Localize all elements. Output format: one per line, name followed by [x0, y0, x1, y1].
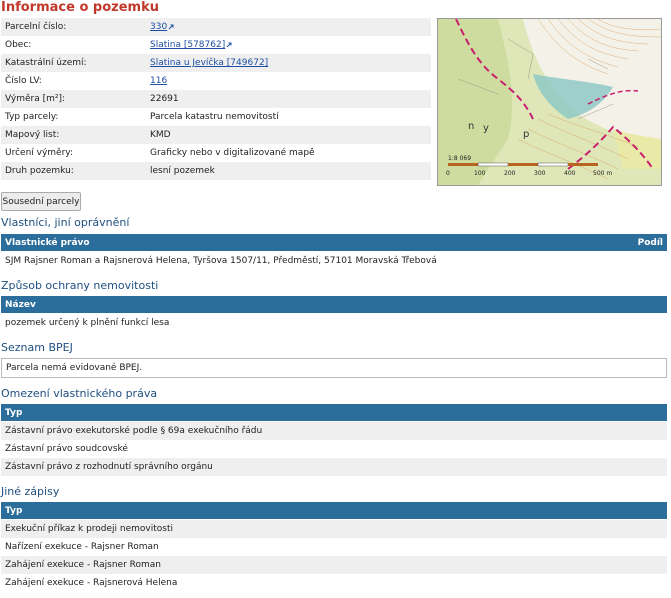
page-title: Informace o pozemku: [1, 0, 159, 15]
table-row: Nařízení exekuce - Rajsner Roman: [1, 538, 667, 556]
table-row: Zahájení exekuce - Rajsner Roman: [1, 556, 667, 574]
map-scale-label: 1:8 069: [448, 155, 471, 162]
restrictions-col-type: Typ: [5, 407, 23, 418]
map-letter: n: [468, 121, 474, 132]
table-row: SJM Rajsner Roman a Rajsnerová Helena, T…: [1, 252, 667, 270]
map-graphic: n y p 1:8 069 0 100 200 300 400 500 m: [438, 19, 661, 185]
land-type-value: lesní pozemek: [146, 162, 431, 180]
owner-name: SJM Rajsner Roman a Rajsnerová Helena, T…: [5, 256, 437, 266]
restrictions-table-header: Typ: [1, 404, 667, 421]
owners-col-share: Podíl: [637, 237, 663, 248]
protection-item: pozemek určený k plnění funkcí lesa: [5, 318, 170, 328]
bpej-box: Parcela nemá evidované BPEJ.: [1, 358, 667, 378]
other-col-type: Typ: [5, 505, 23, 516]
info-label: Katastrální území:: [1, 54, 146, 72]
parcel-map[interactable]: n y p 1:8 069 0 100 200 300 400 500 m: [437, 18, 662, 186]
info-label: Výměra [m²]:: [1, 90, 146, 108]
info-row-municipality: Obec: Slatina [578762]: [1, 36, 431, 54]
info-row-parcel-number: Parcelní číslo: 330: [1, 18, 431, 36]
other-table-header: Typ: [1, 502, 667, 519]
map-scale-tick: 100: [474, 170, 486, 177]
restrictions-section-title: Omezení vlastnického práva: [1, 387, 158, 400]
table-row: Zástavní právo exekutorské podle § 69a e…: [1, 422, 667, 440]
info-row-cadastral-area: Katastrální území: Slatina u Jevíčka [74…: [1, 54, 431, 72]
table-row: Zahájení exekuce - Rajsnerová Helena: [1, 574, 667, 592]
info-row-parcel-type: Typ parcely: Parcela katastru nemovitost…: [1, 108, 431, 126]
map-scale-tick: 300: [534, 170, 546, 177]
protection-table-header: Název: [1, 296, 667, 313]
external-link-icon[interactable]: [168, 24, 174, 30]
external-link-icon[interactable]: [226, 42, 232, 48]
parcel-number-link[interactable]: 330: [150, 22, 167, 32]
cadastral-area-link[interactable]: Slatina u Jevíčka [749672]: [150, 58, 268, 68]
info-label: Parcelní číslo:: [1, 18, 146, 36]
map-letter: y: [483, 123, 489, 134]
owners-col-right: Vlastnické právo: [5, 237, 90, 248]
protection-col-name: Název: [5, 299, 36, 310]
info-label: Druh pozemku:: [1, 162, 146, 180]
info-row-map-sheet: Mapový list: KMD: [1, 126, 431, 144]
other-section-title: Jiné zápisy: [1, 485, 60, 498]
table-row: Zástavní právo z rozhodnutí správního or…: [1, 458, 667, 476]
area-value: 22691: [146, 90, 431, 108]
protection-section-title: Způsob ochrany nemovitosti: [1, 279, 159, 292]
info-label: Číslo LV:: [5, 76, 42, 86]
parcel-info-table: Parcelní číslo: 330 Obec: Slatina [57876…: [1, 18, 431, 180]
bpej-text: Parcela nemá evidované BPEJ.: [6, 363, 143, 373]
other-item: Exekuční příkaz k prodeji nemovitosti: [5, 524, 173, 534]
parcel-type-value: Parcela katastru nemovitostí: [150, 112, 279, 122]
info-row-lv-number: Číslo LV: 116: [1, 72, 431, 90]
other-item: Zahájení exekuce - Rajsnerová Helena: [5, 578, 178, 588]
info-row-area: Výměra [m²]: 22691: [1, 90, 431, 108]
map-scale-tick: 500 m: [593, 170, 612, 177]
info-label: Určení výměry:: [5, 148, 74, 158]
info-row-land-type: Druh pozemku: lesní pozemek: [1, 162, 431, 180]
map-letter: p: [523, 129, 529, 140]
info-label: Typ parcely:: [5, 112, 59, 122]
restriction-item: Zástavní právo z rozhodnutí správního or…: [5, 462, 213, 472]
bpej-section-title: Seznam BPEJ: [1, 341, 73, 354]
area-method-value: Graficky nebo v digitalizované mapě: [150, 148, 315, 158]
map-scale-tick: 200: [504, 170, 516, 177]
info-label: Mapový list:: [1, 126, 146, 144]
table-row: Exekuční příkaz k prodeji nemovitosti: [1, 520, 667, 538]
restriction-item: Zástavní právo exekutorské podle § 69a e…: [5, 426, 263, 436]
lv-number-link[interactable]: 116: [150, 76, 167, 86]
owners-table-header: Vlastnické právo Podíl: [1, 234, 667, 251]
other-item: Zahájení exekuce - Rajsner Roman: [5, 560, 161, 570]
neighbors-button[interactable]: Sousední parcely: [1, 192, 81, 211]
table-row: pozemek určený k plnění funkcí lesa: [1, 314, 667, 332]
owners-section-title: Vlastníci, jiní oprávnění: [1, 216, 130, 229]
info-row-area-method: Určení výměry: Graficky nebo v digitaliz…: [1, 144, 431, 162]
other-item: Nařízení exekuce - Rajsner Roman: [5, 542, 159, 552]
map-scale-tick: 400: [564, 170, 576, 177]
restriction-item: Zástavní právo soudcovské: [5, 444, 128, 454]
info-label: Obec:: [5, 40, 32, 50]
table-row: Zástavní právo soudcovské: [1, 440, 667, 458]
map-sheet-value: KMD: [146, 126, 431, 144]
map-scale-tick: 0: [446, 170, 450, 177]
municipality-link[interactable]: Slatina [578762]: [150, 40, 225, 50]
